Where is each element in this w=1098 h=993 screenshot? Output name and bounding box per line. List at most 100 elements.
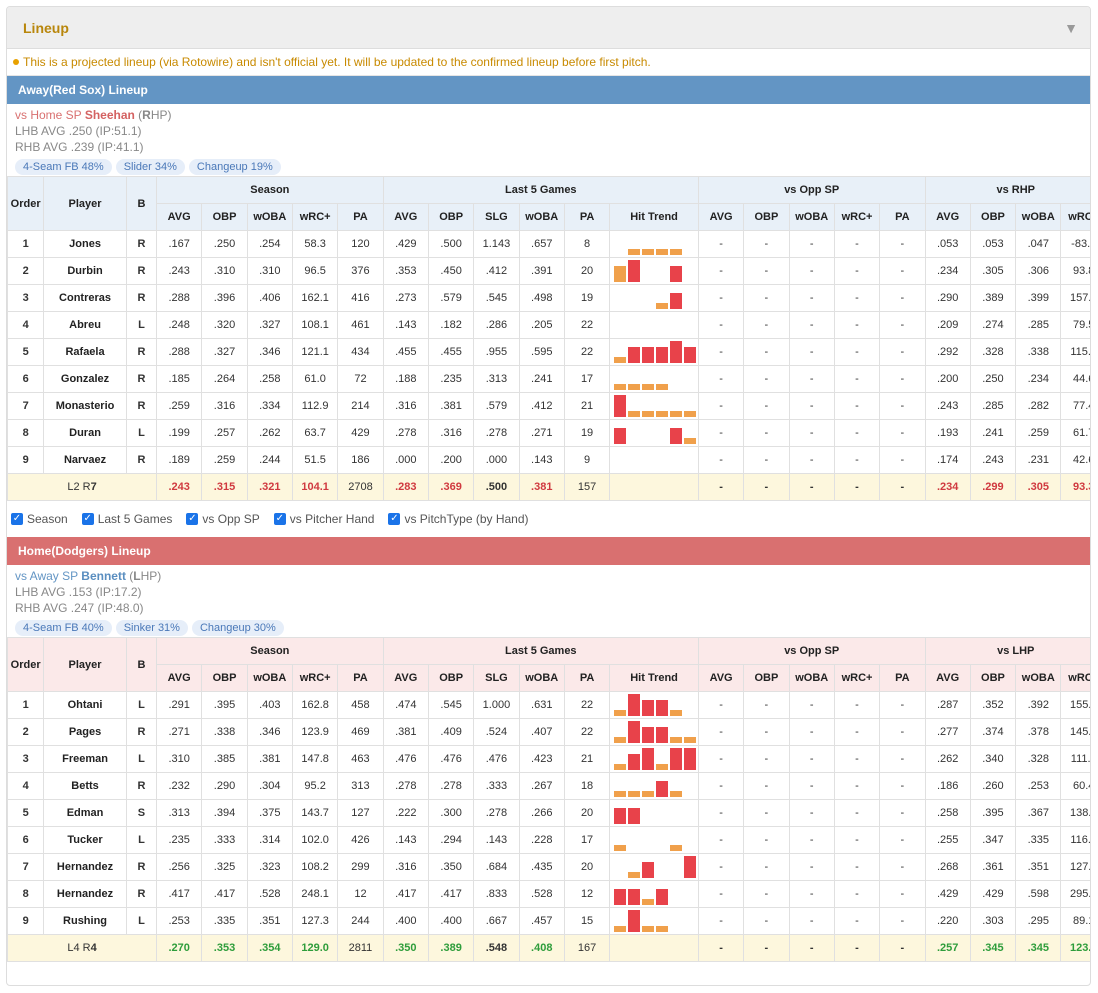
pitch-type-pill[interactable]: Slider 34% — [115, 159, 185, 175]
player-name-link[interactable]: Narvaez — [43, 446, 127, 474]
player-name-link[interactable]: Edman — [43, 799, 127, 827]
panel-header[interactable]: Lineup ▼ — [7, 7, 1090, 49]
checkbox-checked-icon[interactable]: ✓ — [186, 513, 199, 525]
table-row[interactable]: 1 Jones R .167.250.254 58.3 120.429.500 1.143.… — [7, 230, 1090, 258]
player-name-link[interactable]: Jones — [43, 230, 127, 258]
player-name-link[interactable]: Hernandez — [43, 853, 127, 881]
table-row[interactable]: 1 Ohtani L .291.395.403 162.8 458.474.545 1.00… — [7, 691, 1090, 719]
last5-col-header[interactable]: SLG — [473, 664, 520, 692]
player-name-link[interactable]: Duran — [43, 419, 127, 447]
hand-col-header[interactable]: AVG — [924, 664, 971, 692]
player-name-link[interactable]: Betts — [43, 772, 127, 800]
last5-col-header[interactable]: Hit Trend — [609, 203, 699, 231]
vsopp-col-header[interactable]: wOBA — [788, 203, 835, 231]
season-stat: .235 — [156, 826, 203, 854]
toggle-checkbox[interactable]: ✓ Last 5 Games — [81, 512, 172, 526]
sp-name-link[interactable]: Sheehan — [85, 108, 135, 122]
last5-col-header[interactable]: AVG — [382, 203, 429, 231]
hand-col-header[interactable]: OBP — [969, 203, 1017, 231]
toggle-checkbox[interactable]: ✓ Season — [11, 512, 68, 526]
sp-name-link[interactable]: Bennett — [81, 569, 126, 583]
away-lineup-bar[interactable]: Away(Red Sox) Lineup — [7, 76, 1090, 104]
last5-col-header[interactable]: wOBA — [518, 203, 565, 231]
season-col-header[interactable]: wRC+ — [291, 664, 339, 692]
last5-col-header[interactable]: OBP — [427, 203, 475, 231]
vsopp-col-header[interactable]: AVG — [697, 203, 745, 231]
checkbox-checked-icon[interactable]: ✓ — [388, 513, 401, 525]
player-name-link[interactable]: Contreras — [43, 284, 127, 312]
player-name-link[interactable]: Durbin — [43, 257, 127, 285]
checkbox-checked-icon[interactable]: ✓ — [81, 513, 94, 525]
vsopp-col-header[interactable]: PA — [879, 664, 926, 692]
toggle-checkbox[interactable]: ✓ vs PitchType (by Hand) — [388, 512, 529, 526]
vsopp-col-header[interactable]: PA — [879, 203, 926, 231]
toggle-checkbox[interactable]: ✓ vs Pitcher Hand — [273, 512, 374, 526]
toggle-checkbox[interactable]: ✓ vs Opp SP — [186, 512, 260, 526]
hand-col-header[interactable]: OBP — [969, 664, 1017, 692]
vsopp-col-header[interactable]: wRC+ — [833, 664, 881, 692]
last5-col-header[interactable]: PA — [563, 664, 611, 692]
vsopp-col-header[interactable]: wRC+ — [833, 203, 881, 231]
hand-col-header[interactable]: wRC+ — [1060, 203, 1090, 231]
table-row[interactable]: 7 Hernandez R .256.325.323 108.2 299.316.350.… — [7, 853, 1090, 881]
home-lineup-bar[interactable]: Home(Dodgers) Lineup — [7, 537, 1090, 565]
vsopp-col-header[interactable]: OBP — [743, 203, 790, 231]
season-col-header[interactable]: AVG — [156, 664, 203, 692]
pitch-type-pill[interactable]: Changeup 19% — [188, 159, 281, 175]
season-col-header[interactable]: PA — [337, 664, 384, 692]
player-name-link[interactable]: Freeman — [43, 745, 127, 773]
hand-col-header[interactable]: wRC+ — [1060, 664, 1090, 692]
pitch-type-pill[interactable]: Sinker 31% — [115, 620, 188, 636]
player-name-link[interactable]: Gonzalez — [43, 365, 127, 393]
season-col-header[interactable]: wOBA — [246, 664, 293, 692]
hand-col-header[interactable]: wOBA — [1015, 664, 1062, 692]
last5-col-header[interactable]: wOBA — [518, 664, 565, 692]
table-row[interactable]: 9 Rushing L .253.335.351 127.3 244.400.400.66… — [7, 907, 1090, 935]
table-row[interactable]: 6 Tucker L .235.333.314 102.0 426.143.294.143… — [7, 826, 1090, 854]
last5-col-header[interactable]: SLG — [473, 203, 520, 231]
pitch-type-pill[interactable]: 4-Seam FB 40% — [15, 620, 112, 636]
table-row[interactable]: 5 Edman S .313.394.375 143.7 127.222.300.278.… — [7, 799, 1090, 827]
player-name-link[interactable]: Rafaela — [43, 338, 127, 366]
last5-col-header[interactable]: PA — [563, 203, 611, 231]
table-row[interactable]: 3 Contreras R .288.396.406 162.1 416.273.579.… — [7, 284, 1090, 312]
player-name-link[interactable]: Tucker — [43, 826, 127, 854]
season-stat: .338 — [201, 718, 248, 746]
player-name-link[interactable]: Hernandez — [43, 880, 127, 908]
checkbox-checked-icon[interactable]: ✓ — [11, 513, 23, 525]
player-name-link[interactable]: Ohtani — [43, 691, 127, 719]
player-name-link[interactable]: Pages — [43, 718, 127, 746]
table-row[interactable]: 8 Duran L .199.257.262 63.7 429.278.316.278.2… — [7, 419, 1090, 447]
table-row[interactable]: 4 Betts R .232.290.304 95.2 313.278.278.333.2… — [7, 772, 1090, 800]
table-row[interactable]: 3 Freeman L .310.385.381 147.8 463.476.476.47… — [7, 745, 1090, 773]
pitch-type-pill[interactable]: 4-Seam FB 48% — [15, 159, 112, 175]
last5-col-header[interactable]: OBP — [427, 664, 475, 692]
vsopp-col-header[interactable]: wOBA — [788, 664, 835, 692]
table-row[interactable]: 2 Pages R .271.338.346 123.9 469.381.409.524.… — [7, 718, 1090, 746]
hand-col-header[interactable]: wOBA — [1015, 203, 1062, 231]
table-row[interactable]: 2 Durbin R .243.310.310 96.5 376.353.450.412.… — [7, 257, 1090, 285]
season-col-header[interactable]: PA — [337, 203, 384, 231]
table-row[interactable]: 7 Monasterio R .259.316.334 112.9 214.316.381… — [7, 392, 1090, 420]
player-name-link[interactable]: Abreu — [43, 311, 127, 339]
checkbox-checked-icon[interactable]: ✓ — [273, 513, 286, 525]
table-row[interactable]: 8 Hernandez R .417.417.528 248.1 12.417.417.8… — [7, 880, 1090, 908]
season-col-header[interactable]: AVG — [156, 203, 203, 231]
last5-col-header[interactable]: Hit Trend — [609, 664, 699, 692]
table-row[interactable]: 9 Narvaez R .189.259.244 51.5 186.000.200.000… — [7, 446, 1090, 474]
collapse-caret-icon[interactable]: ▼ — [1064, 20, 1078, 36]
vsopp-col-header[interactable]: AVG — [697, 664, 745, 692]
player-name-link[interactable]: Monasterio — [43, 392, 127, 420]
pitch-type-pill[interactable]: Changeup 30% — [191, 620, 284, 636]
table-row[interactable]: 4 Abreu L .248.320.327 108.1 461.143.182.286.… — [7, 311, 1090, 339]
table-row[interactable]: 5 Rafaela R .288.327.346 121.1 434.455.455.95… — [7, 338, 1090, 366]
vsopp-col-header[interactable]: OBP — [743, 664, 790, 692]
last5-col-header[interactable]: AVG — [382, 664, 429, 692]
season-col-header[interactable]: wRC+ — [291, 203, 339, 231]
table-row[interactable]: 6 Gonzalez R .185.264.258 61.0 72.188.235.313… — [7, 365, 1090, 393]
season-col-header[interactable]: OBP — [201, 203, 248, 231]
player-name-link[interactable]: Rushing — [43, 907, 127, 935]
season-col-header[interactable]: wOBA — [246, 203, 293, 231]
hand-col-header[interactable]: AVG — [924, 203, 971, 231]
season-col-header[interactable]: OBP — [201, 664, 248, 692]
